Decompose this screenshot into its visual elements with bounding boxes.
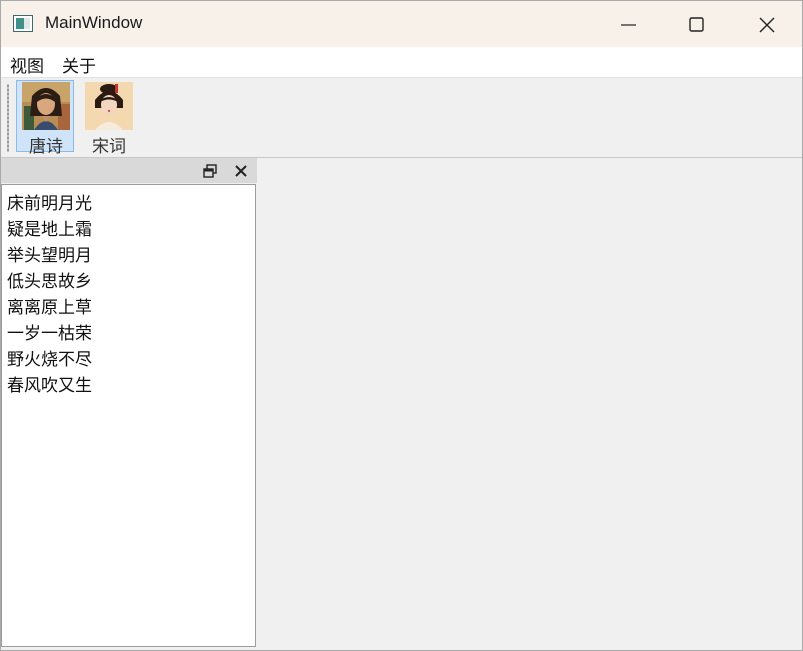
toolbar-grip-handle[interactable] bbox=[7, 84, 9, 152]
dock-title-bar[interactable] bbox=[1, 158, 257, 183]
list-item[interactable]: 野火烧不尽 bbox=[7, 345, 92, 370]
minimize-icon bbox=[621, 24, 636, 26]
poem-list[interactable]: 床前明月光 疑是地上霜 举头望明月 低头思故乡 离离原上草 一岁一枯荣 野火烧不… bbox=[1, 184, 256, 647]
tool-button-song[interactable]: 宋词 bbox=[79, 80, 137, 157]
toolbar: 唐诗 宋词 bbox=[1, 78, 802, 158]
minimize-button[interactable] bbox=[595, 1, 663, 47]
menu-bar: 视图 关于 bbox=[1, 47, 802, 78]
song-poet-portrait-icon bbox=[85, 82, 133, 130]
close-button[interactable] bbox=[733, 1, 801, 47]
menu-view[interactable]: 视图 bbox=[10, 52, 44, 77]
list-item[interactable]: 春风吹又生 bbox=[7, 371, 92, 396]
list-item[interactable]: 一岁一枯荣 bbox=[7, 319, 92, 344]
maximize-icon bbox=[689, 17, 704, 32]
list-item[interactable]: 举头望明月 bbox=[7, 241, 92, 266]
tang-poet-portrait-icon bbox=[22, 82, 70, 130]
close-icon bbox=[759, 17, 775, 33]
list-item[interactable]: 低头思故乡 bbox=[7, 267, 92, 292]
list-item[interactable]: 疑是地上霜 bbox=[7, 215, 92, 240]
tool-label-song: 宋词 bbox=[92, 137, 126, 157]
tool-button-tang[interactable]: 唐诗 bbox=[16, 80, 74, 157]
close-dock-icon[interactable] bbox=[234, 164, 248, 178]
central-widget bbox=[258, 158, 802, 650]
menu-about[interactable]: 关于 bbox=[62, 52, 96, 77]
main-window: MainWindow 视图 关于 唐诗 宋词 床前明月光 疑是地上霜 举头望明月… bbox=[0, 0, 803, 651]
app-icon bbox=[13, 15, 33, 32]
tool-label-tang: 唐诗 bbox=[29, 137, 63, 157]
window-title: MainWindow bbox=[45, 13, 143, 32]
list-item[interactable]: 床前明月光 bbox=[7, 189, 92, 214]
maximize-button[interactable] bbox=[663, 1, 731, 47]
list-item[interactable]: 离离原上草 bbox=[7, 293, 92, 318]
title-bar[interactable]: MainWindow bbox=[1, 1, 802, 47]
float-dock-icon[interactable] bbox=[203, 164, 217, 178]
